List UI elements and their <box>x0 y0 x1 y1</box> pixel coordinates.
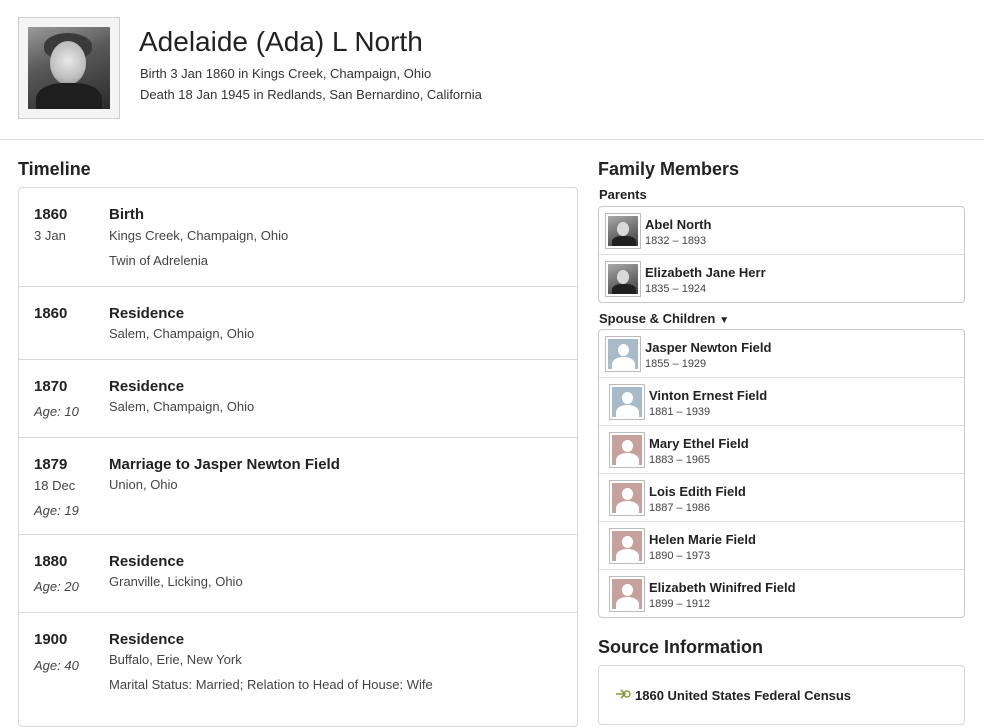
spouse-children-label: Spouse & Children <box>599 311 716 326</box>
person-name: Adelaide (Ada) L North <box>139 26 423 57</box>
person-name[interactable]: Abel North <box>645 217 711 232</box>
timeline-event: 1880 Age: 20 Residence Granville, Lickin… <box>19 535 577 613</box>
event-title: Residence <box>109 305 185 322</box>
child-row[interactable]: Helen Marie Field 1890 – 1973 <box>599 522 964 570</box>
child-row[interactable]: Lois Edith Field 1887 – 1986 <box>599 474 964 522</box>
spouse-children-card: Jasper Newton Field 1855 – 1929 Vinton E… <box>598 329 965 618</box>
event-title: Residence <box>109 378 185 395</box>
event-age: Age: 40 <box>34 658 79 673</box>
event-title: Residence <box>109 553 185 570</box>
person-name[interactable]: Elizabeth Jane Herr <box>645 265 766 280</box>
timeline-event: 1870 Age: 10 Residence Salem, Champaign,… <box>19 360 577 438</box>
female-avatar-icon <box>609 528 645 564</box>
male-avatar-icon <box>605 336 641 372</box>
event-age: Age: 19 <box>34 503 79 518</box>
person-name[interactable]: Mary Ethel Field <box>649 436 749 451</box>
event-year: 1860 <box>34 305 68 322</box>
source-information-title: Source Information <box>598 637 764 657</box>
person-dates: 1835 – 1924 <box>645 283 707 295</box>
person-name[interactable]: Helen Marie Field <box>649 532 756 547</box>
event-place[interactable]: Granville, Licking, Ohio <box>109 574 243 589</box>
family-members-title: Family Members <box>598 159 740 179</box>
person-photo <box>605 213 641 249</box>
event-note: Twin of Adrelenia <box>109 253 209 268</box>
profile-photo[interactable] <box>18 17 120 119</box>
timeline-title: Timeline <box>18 159 91 179</box>
timeline-event: 1860 3 Jan Birth Kings Creek, Champaign,… <box>19 188 577 287</box>
female-avatar-icon <box>609 480 645 516</box>
child-row[interactable]: Mary Ethel Field 1883 – 1965 <box>599 426 964 474</box>
birth-summary: Birth 3 Jan 1860 in Kings Creek, Champai… <box>140 66 432 81</box>
source-card: 1860 United States Federal Census <box>598 665 965 725</box>
event-year: 1880 <box>34 553 68 570</box>
person-dates: 1855 – 1929 <box>645 358 707 370</box>
timeline-event: 1900 Age: 40 Residence Buffalo, Erie, Ne… <box>19 613 577 726</box>
death-summary: Death 18 Jan 1945 in Redlands, San Berna… <box>140 87 482 102</box>
event-date: 3 Jan <box>34 228 66 243</box>
event-note: Marital Status: Married; Relation to Hea… <box>109 677 433 692</box>
male-avatar-icon <box>609 384 645 420</box>
spouse-children-toggle[interactable]: Spouse & Children ▼ <box>599 311 729 326</box>
source-item-title[interactable]: 1860 United States Federal Census <box>635 688 851 703</box>
event-year: 1870 <box>34 378 68 395</box>
caret-down-icon: ▼ <box>719 315 730 326</box>
person-name[interactable]: Vinton Ernest Field <box>649 388 767 403</box>
spouse-row[interactable]: Jasper Newton Field 1855 – 1929 <box>599 330 964 378</box>
parent-row[interactable]: Abel North 1832 – 1893 <box>599 207 964 255</box>
female-avatar-icon <box>609 576 645 612</box>
person-dates: 1890 – 1973 <box>649 550 711 562</box>
event-place[interactable]: Kings Creek, Champaign, Ohio <box>109 228 288 243</box>
event-age: Age: 10 <box>34 404 79 419</box>
female-avatar-icon <box>609 432 645 468</box>
person-dates: 1887 – 1986 <box>649 502 711 514</box>
event-title: Residence <box>109 631 185 648</box>
event-title: Birth <box>109 206 144 223</box>
person-name[interactable]: Lois Edith Field <box>649 484 746 499</box>
portrait-image <box>28 27 110 109</box>
parents-label: Parents <box>599 187 647 202</box>
event-age: Age: 20 <box>34 579 79 594</box>
source-leaf-icon <box>615 688 631 703</box>
person-header: Adelaide (Ada) L North Birth 3 Jan 1860 … <box>0 0 984 140</box>
event-title[interactable]: Marriage to Jasper Newton Field <box>109 456 340 473</box>
event-place[interactable]: Buffalo, Erie, New York <box>109 652 242 667</box>
event-year: 1879 <box>34 456 68 473</box>
event-date: 18 Dec <box>34 478 76 493</box>
timeline-event: 1879 18 Dec Age: 19 Marriage to Jasper N… <box>19 438 577 535</box>
person-photo <box>605 261 641 297</box>
person-dates: 1832 – 1893 <box>645 235 707 247</box>
event-year: 1860 <box>34 206 68 223</box>
event-place[interactable]: Salem, Champaign, Ohio <box>109 326 254 341</box>
person-dates: 1899 – 1912 <box>649 598 711 610</box>
timeline-list: 1860 3 Jan Birth Kings Creek, Champaign,… <box>18 187 578 727</box>
event-place[interactable]: Salem, Champaign, Ohio <box>109 399 254 414</box>
person-dates: 1881 – 1939 <box>649 406 711 418</box>
event-year: 1900 <box>34 631 68 648</box>
child-row[interactable]: Vinton Ernest Field 1881 – 1939 <box>599 378 964 426</box>
person-dates: 1883 – 1965 <box>649 454 711 466</box>
parent-row[interactable]: Elizabeth Jane Herr 1835 – 1924 <box>599 255 964 302</box>
child-row[interactable]: Elizabeth Winifred Field 1899 – 1912 <box>599 570 964 617</box>
person-name[interactable]: Jasper Newton Field <box>645 340 771 355</box>
event-place[interactable]: Union, Ohio <box>109 477 178 492</box>
timeline-event: 1860 Residence Salem, Champaign, Ohio <box>19 287 577 360</box>
parents-card: Abel North 1832 – 1893 Elizabeth Jane He… <box>598 206 965 303</box>
person-name[interactable]: Elizabeth Winifred Field <box>649 580 796 595</box>
